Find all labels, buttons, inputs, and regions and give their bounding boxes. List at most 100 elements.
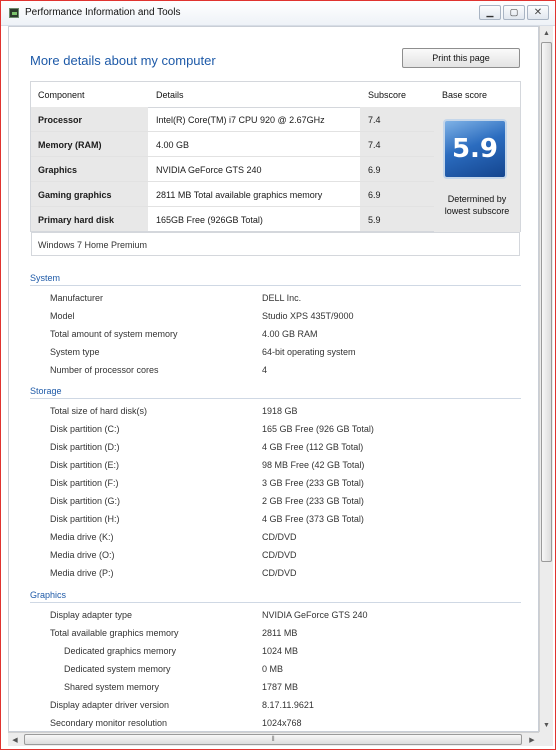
window-titlebar[interactable]: Performance Information and Tools ▁ ▢ ✕ xyxy=(1,1,555,26)
performance-app-icon xyxy=(9,8,19,18)
info-value: 3 GB Free (233 GB Total) xyxy=(262,478,364,488)
info-row: Secondary monitor resolution 1024x768 xyxy=(9,718,529,731)
section-divider xyxy=(30,398,521,399)
info-label: Total available graphics memory xyxy=(50,628,179,638)
score-row-memory: Memory (RAM) 4.00 GB 7.4 xyxy=(31,132,441,157)
info-label: Total size of hard disk(s) xyxy=(50,406,148,416)
info-label: Disk partition (H:) xyxy=(50,514,120,524)
info-label: Media drive (O:) xyxy=(50,550,115,560)
score-row-processor: Processor Intel(R) Core(TM) i7 CPU 920 @… xyxy=(31,107,441,132)
scroll-up-icon[interactable]: ▲ xyxy=(540,26,553,40)
operating-system-label: Windows 7 Home Premium xyxy=(31,232,520,256)
info-row: Display adapter type NVIDIA GeForce GTS 2… xyxy=(9,610,529,626)
score-component: Graphics xyxy=(31,157,148,181)
score-component: Primary hard disk xyxy=(31,207,148,231)
info-label: Manufacturer xyxy=(50,293,104,303)
info-label: Media drive (K:) xyxy=(50,532,114,542)
base-score-caption: Determined by lowest subscore xyxy=(444,194,510,216)
info-value: 1787 MB xyxy=(262,682,299,692)
print-page-button[interactable]: Print this page xyxy=(402,48,520,68)
scroll-left-icon[interactable]: ◀ xyxy=(8,733,22,746)
header-component: Component xyxy=(38,90,85,100)
info-row: Disk partition (G:) 2 GB Free (233 GB Tot… xyxy=(9,496,529,512)
info-row: Model Studio XPS 435T/9000 xyxy=(9,311,529,327)
info-value: 1024 MB xyxy=(262,646,299,656)
score-table-header: Component Details Subscore Base score xyxy=(31,82,520,108)
info-value: 2811 MB xyxy=(262,628,298,638)
info-value: 4 xyxy=(262,365,268,375)
close-button[interactable]: ✕ xyxy=(527,5,549,20)
details-content-pane[interactable]: More details about my computer Print thi… xyxy=(8,26,539,732)
score-subscore: 7.4 xyxy=(360,132,441,156)
info-label: Display adapter type xyxy=(50,610,133,620)
info-value: CD/DVD xyxy=(262,532,297,542)
window-title: Performance Information and Tools xyxy=(25,7,181,18)
score-details: Intel(R) Core(TM) i7 CPU 920 @ 2.67GHz xyxy=(156,115,325,125)
score-component: Gaming graphics xyxy=(31,182,148,206)
score-details: NVIDIA GeForce GTS 240 xyxy=(156,165,262,175)
info-row: Total amount of system memory 4.00 GB RAM xyxy=(9,329,529,345)
info-value: 1918 GB xyxy=(262,406,298,416)
section-divider xyxy=(30,285,521,286)
info-row: Disk partition (H:) 4 GB Free (373 GB Tot… xyxy=(9,514,529,530)
info-row: Dedicated graphics memory 1024 MB xyxy=(9,646,529,662)
info-value: NVIDIA GeForce GTS 240 xyxy=(262,610,368,620)
score-row-gaming-graphics: Gaming graphics 2811 MB Total available … xyxy=(31,182,441,207)
score-row-graphics: Graphics NVIDIA GeForce GTS 240 6.9 xyxy=(31,157,441,182)
score-details: 165GB Free (926GB Total) xyxy=(156,215,263,225)
info-row: Total size of hard disk(s) 1918 GB xyxy=(9,406,529,422)
info-label: Disk partition (C:) xyxy=(50,424,120,434)
info-row: Manufacturer DELL Inc. xyxy=(9,293,529,309)
vertical-scroll-thumb[interactable] xyxy=(541,42,552,562)
info-row: Media drive (K:) CD/DVD xyxy=(9,532,529,548)
info-label: System type xyxy=(50,347,100,357)
score-subscore: 6.9 xyxy=(360,182,441,206)
base-score-badge: 5.9 xyxy=(443,119,507,179)
window-controls: ▁ ▢ ✕ xyxy=(479,5,549,20)
info-row: Number of processor cores 4 xyxy=(9,365,529,381)
base-score-panel: 5.9 Determined by lowest subscore xyxy=(434,107,520,232)
horizontal-scrollbar[interactable]: ◀ ⦀ ▶ xyxy=(8,732,539,746)
header-subscore: Subscore xyxy=(368,90,407,100)
section-storage-title: Storage xyxy=(30,386,62,396)
info-row: Disk partition (C:) 165 GB Free (926 GB T… xyxy=(9,424,529,440)
info-value: 1024x768 xyxy=(262,718,302,728)
score-component: Memory (RAM) xyxy=(31,132,148,156)
info-value: 4 GB Free (373 GB Total) xyxy=(262,514,364,524)
section-graphics-title: Graphics xyxy=(30,590,67,600)
info-label: Dedicated system memory xyxy=(64,664,171,674)
vertical-scrollbar[interactable]: ▲ ▼ xyxy=(539,26,553,732)
info-label: Disk partition (G:) xyxy=(50,496,121,506)
info-row: Shared system memory 1787 MB xyxy=(9,682,529,698)
info-value: Studio XPS 435T/9000 xyxy=(262,311,354,321)
info-row: Disk partition (F:) 3 GB Free (233 GB Tot… xyxy=(9,478,529,494)
info-value: 0 MB xyxy=(262,664,284,674)
score-details: 4.00 GB xyxy=(156,140,190,150)
info-value: 2 GB Free (233 GB Total) xyxy=(262,496,364,506)
scroll-down-icon[interactable]: ▼ xyxy=(540,718,553,732)
maximize-button[interactable]: ▢ xyxy=(503,5,525,20)
scroll-right-icon[interactable]: ▶ xyxy=(525,733,539,746)
info-value: 98 MB Free (42 GB Total) xyxy=(262,460,365,470)
score-subscore: 5.9 xyxy=(360,207,441,231)
info-label: Disk partition (E:) xyxy=(50,460,120,470)
scrollbar-corner xyxy=(539,732,553,746)
info-row: Disk partition (D:) 4 GB Free (112 GB Tot… xyxy=(9,442,529,458)
base-score-value: 5.9 xyxy=(451,134,499,164)
score-component: Processor xyxy=(31,107,148,131)
section-divider xyxy=(30,602,521,603)
page-title: More details about my computer xyxy=(30,53,216,68)
info-label: Model xyxy=(50,311,75,321)
info-row: System type 64-bit operating system xyxy=(9,347,529,363)
info-value: 64-bit operating system xyxy=(262,347,356,357)
info-label: Total amount of system memory xyxy=(50,329,178,339)
info-value: CD/DVD xyxy=(262,568,297,578)
info-label: Display adapter driver version xyxy=(50,700,170,710)
horizontal-scroll-thumb[interactable]: ⦀ xyxy=(24,734,522,745)
header-base-score: Base score xyxy=(442,90,488,100)
minimize-button[interactable]: ▁ xyxy=(479,5,501,20)
score-details: 2811 MB Total available graphics memory xyxy=(156,190,323,200)
info-row: Dedicated system memory 0 MB xyxy=(9,664,529,680)
grip-icon: ⦀ xyxy=(271,735,275,743)
score-row-hard-disk: Primary hard disk 165GB Free (926GB Tota… xyxy=(31,207,441,232)
